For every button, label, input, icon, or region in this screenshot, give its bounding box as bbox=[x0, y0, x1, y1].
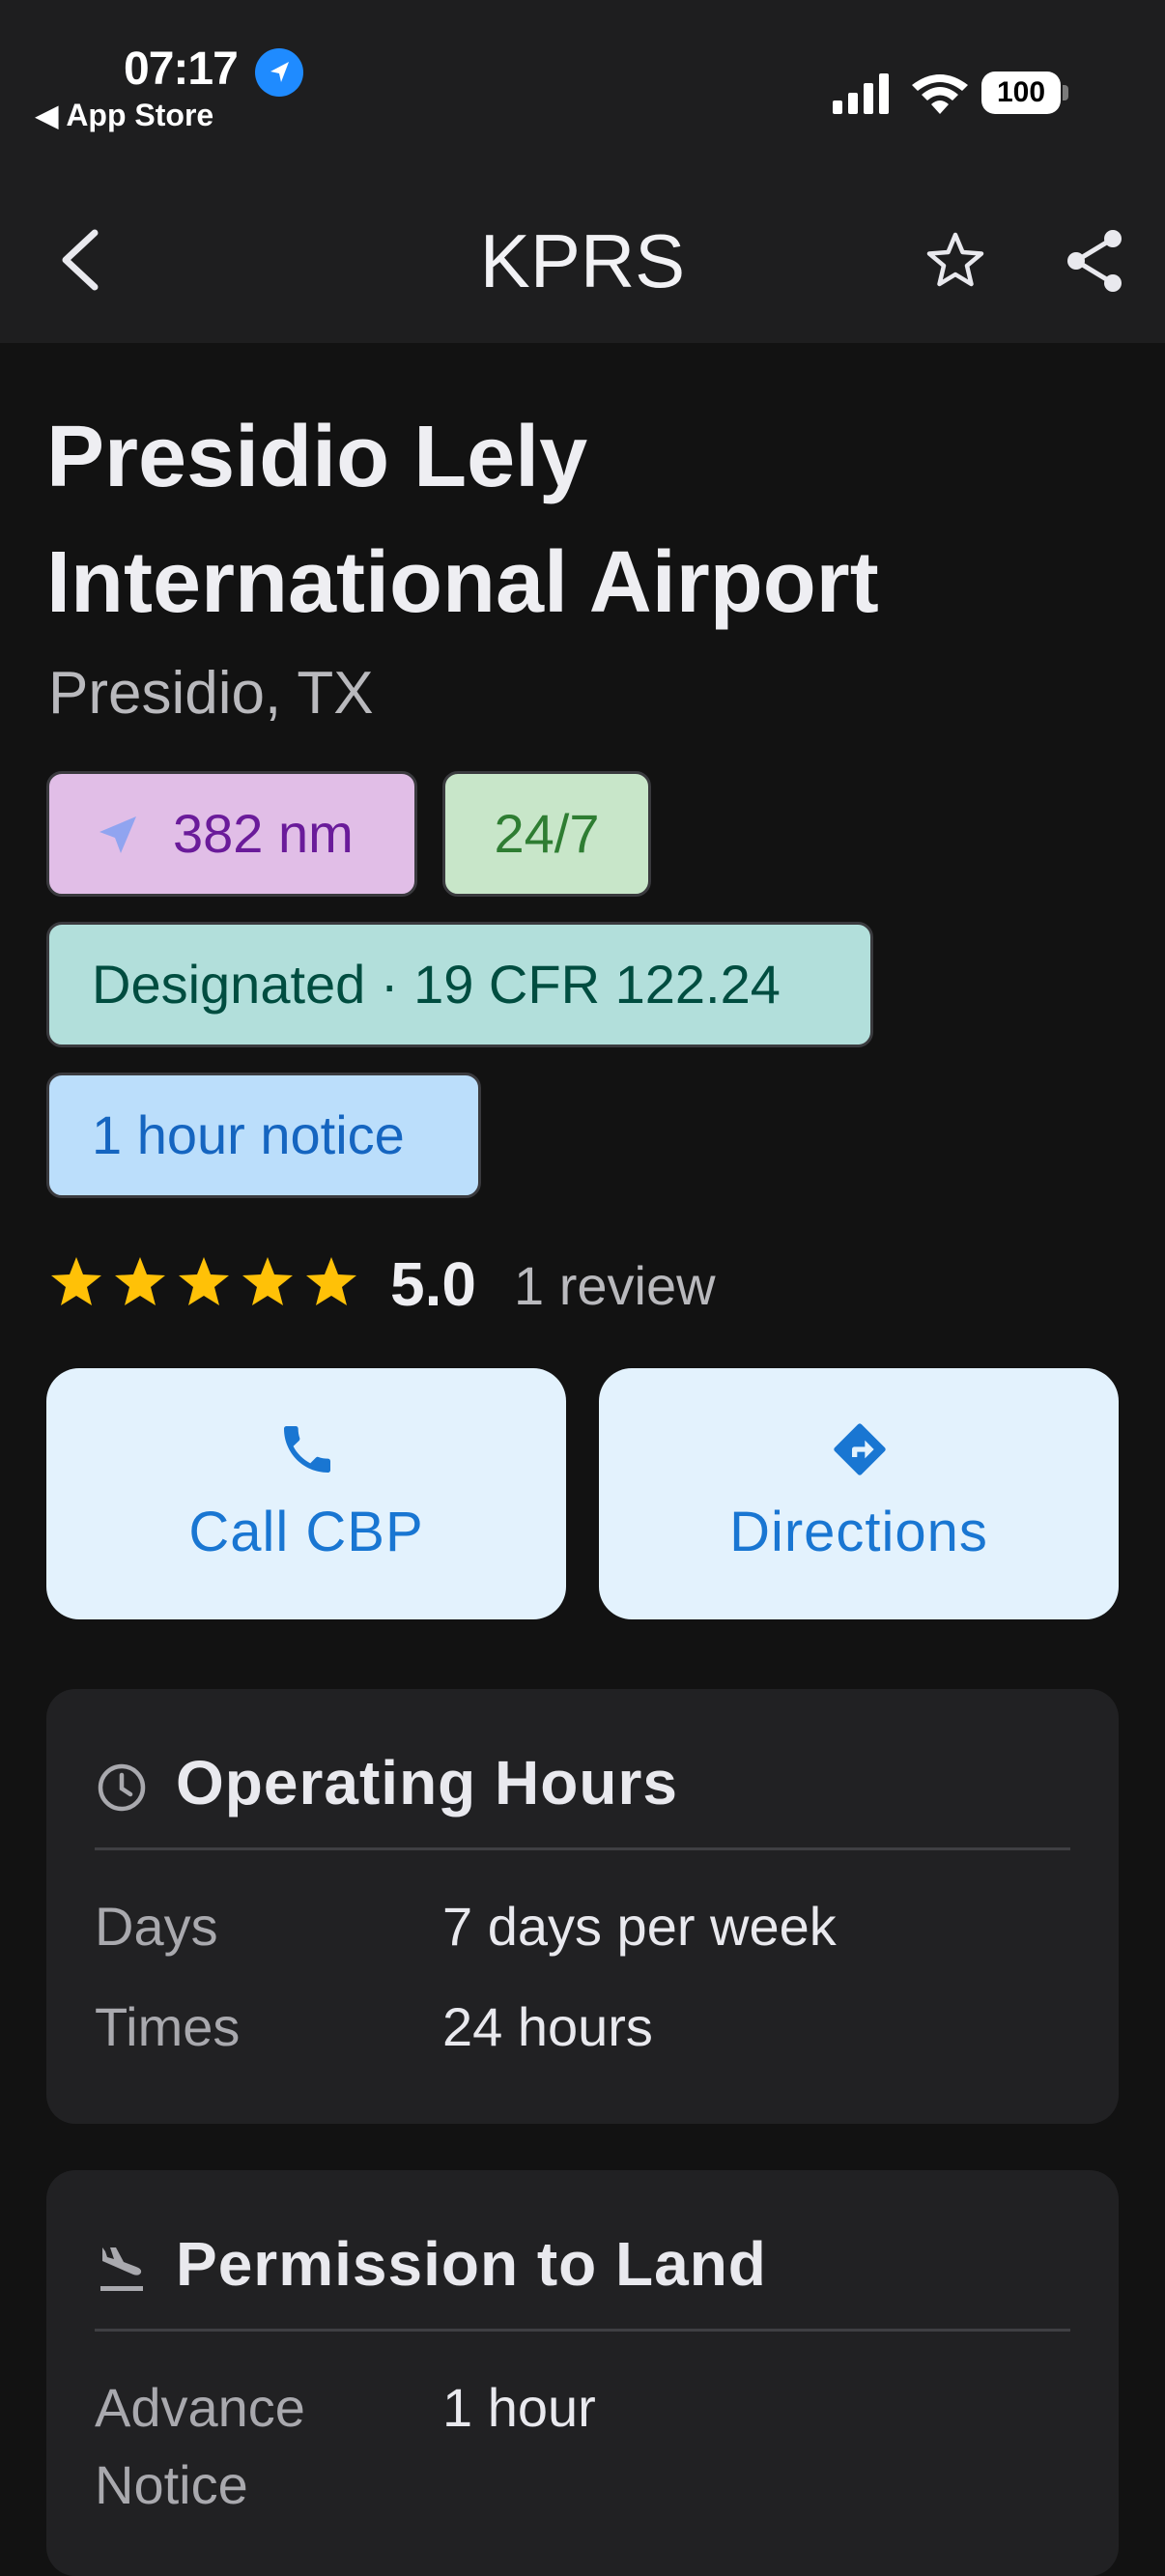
phone-icon bbox=[284, 1426, 330, 1473]
navigation-arrow-icon bbox=[99, 816, 136, 853]
star-icon bbox=[115, 1257, 165, 1305]
designation-chip: Designated · 19 CFR 122.24 bbox=[46, 922, 873, 1047]
distance-value: 382 nm bbox=[173, 803, 354, 864]
divider bbox=[95, 2329, 1070, 2332]
call-cbp-button[interactable]: Call CBP bbox=[46, 1368, 566, 1619]
rating-value: 5.0 bbox=[390, 1249, 476, 1319]
designation-value: Designated · 19 CFR 122.24 bbox=[92, 954, 781, 1015]
days-value: 7 days per week bbox=[442, 1896, 837, 1957]
permission-to-land-card: Permission to Land Advance Notice 1 hour bbox=[46, 2170, 1119, 2576]
times-value: 24 hours bbox=[442, 1996, 653, 2057]
advance-notice-label: Advance Notice bbox=[95, 2377, 305, 2515]
star-icon bbox=[242, 1257, 293, 1305]
days-label: Days bbox=[95, 1896, 218, 1957]
distance-chip: 382 nm bbox=[46, 771, 417, 897]
review-count[interactable]: 1 review bbox=[514, 1254, 716, 1317]
battery-cap bbox=[1063, 85, 1068, 100]
advance-notice-value: 1 hour bbox=[442, 2377, 596, 2438]
star-icon bbox=[306, 1257, 356, 1305]
star-icon bbox=[179, 1257, 229, 1305]
favorite-star-icon[interactable] bbox=[923, 229, 987, 293]
battery-indicator: 100 bbox=[981, 72, 1061, 114]
directions-label: Directions bbox=[729, 1501, 988, 1563]
navigation-bar: KPRS bbox=[0, 179, 1165, 343]
flight-land-icon bbox=[100, 2247, 143, 2291]
rating-stars bbox=[48, 1254, 359, 1322]
back-to-app-store[interactable]: ◀ App Store bbox=[35, 97, 213, 133]
hours-value: 24/7 bbox=[494, 803, 600, 864]
call-cbp-label: Call CBP bbox=[188, 1501, 424, 1563]
notice-value: 1 hour notice bbox=[92, 1104, 405, 1165]
divider bbox=[95, 1847, 1070, 1850]
notice-chip: 1 hour notice bbox=[46, 1073, 481, 1198]
page-title: KPRS bbox=[479, 218, 686, 303]
status-time: 07:17 bbox=[124, 43, 239, 95]
permission-title: Permission to Land bbox=[176, 2229, 767, 2299]
wifi-icon bbox=[912, 74, 968, 114]
airport-name: Presidio Lely International Airport bbox=[46, 409, 879, 631]
location-arrow-icon bbox=[255, 48, 303, 97]
share-icon[interactable] bbox=[1065, 227, 1126, 295]
hours-chip: 24/7 bbox=[442, 771, 651, 897]
operating-hours-card: Operating Hours Days 7 days per week Tim… bbox=[46, 1689, 1119, 2124]
times-label: Times bbox=[95, 1996, 241, 2057]
airport-location: Presidio, TX bbox=[48, 660, 374, 727]
operating-hours-title: Operating Hours bbox=[176, 1748, 678, 1818]
star-icon bbox=[51, 1257, 101, 1305]
cellular-signal-icon bbox=[833, 73, 889, 114]
clock-icon bbox=[98, 1763, 146, 1812]
directions-button[interactable]: Directions bbox=[599, 1368, 1119, 1619]
status-bar: 07:17 ◀ App Store 100 bbox=[0, 0, 1165, 179]
directions-icon bbox=[834, 1423, 886, 1475]
